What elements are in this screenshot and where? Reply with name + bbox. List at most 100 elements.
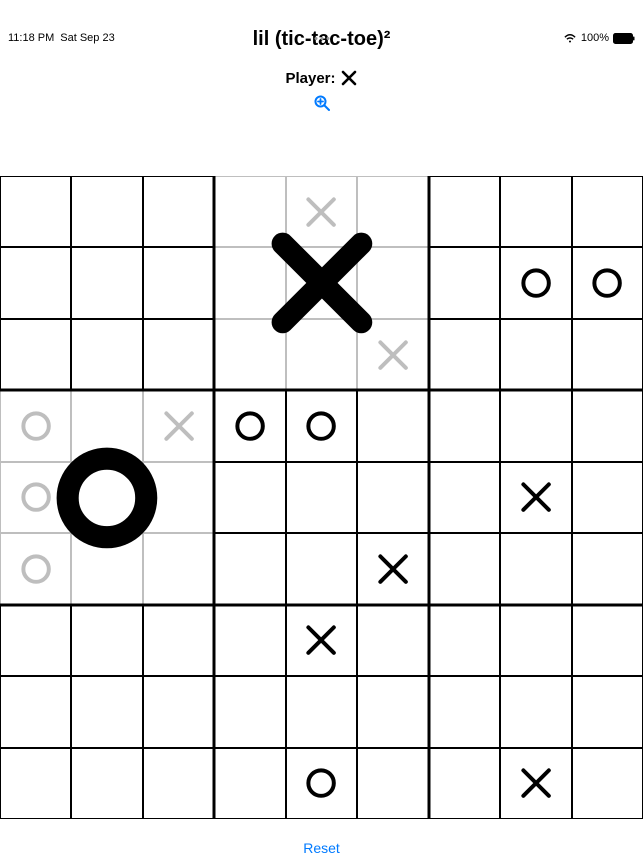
cell[interactable] xyxy=(71,176,142,247)
cell[interactable] xyxy=(286,533,357,604)
cell[interactable] xyxy=(71,319,142,390)
cell[interactable] xyxy=(429,247,500,318)
cell xyxy=(214,247,285,318)
cell[interactable] xyxy=(429,533,500,604)
cell[interactable] xyxy=(143,676,214,747)
game-board xyxy=(0,176,643,819)
cell[interactable] xyxy=(286,462,357,533)
super-cell xyxy=(429,390,643,604)
status-date: Sat Sep 23 xyxy=(60,32,114,44)
cell[interactable] xyxy=(500,533,571,604)
cell[interactable] xyxy=(214,533,285,604)
cell[interactable] xyxy=(572,390,643,461)
cell xyxy=(143,390,214,461)
cell xyxy=(357,176,428,247)
cell[interactable] xyxy=(500,462,571,533)
cell[interactable] xyxy=(357,748,428,819)
cell[interactable] xyxy=(0,176,71,247)
super-divider-vertical xyxy=(427,176,430,819)
zoom-in-button[interactable] xyxy=(312,93,332,116)
cell[interactable] xyxy=(143,748,214,819)
cell[interactable] xyxy=(429,748,500,819)
cell[interactable] xyxy=(214,748,285,819)
cell[interactable] xyxy=(572,748,643,819)
cell[interactable] xyxy=(286,748,357,819)
super-cell xyxy=(0,176,214,390)
cell[interactable] xyxy=(143,319,214,390)
cell[interactable] xyxy=(572,247,643,318)
cell xyxy=(357,247,428,318)
cell[interactable] xyxy=(500,390,571,461)
cell xyxy=(357,319,428,390)
cell[interactable] xyxy=(357,462,428,533)
cell[interactable] xyxy=(0,319,71,390)
cell xyxy=(0,390,71,461)
cell[interactable] xyxy=(572,462,643,533)
cell[interactable] xyxy=(71,676,142,747)
cell[interactable] xyxy=(572,176,643,247)
current-player-mark xyxy=(340,69,358,87)
super-cell xyxy=(429,176,643,390)
cell[interactable] xyxy=(429,176,500,247)
cell[interactable] xyxy=(143,247,214,318)
cell xyxy=(286,176,357,247)
super-divider-horizontal xyxy=(0,603,643,606)
cell[interactable] xyxy=(357,390,428,461)
cell[interactable] xyxy=(500,605,571,676)
cell[interactable] xyxy=(143,176,214,247)
super-cell xyxy=(429,605,643,819)
cell[interactable] xyxy=(500,748,571,819)
cell xyxy=(286,319,357,390)
zoom-in-icon xyxy=(314,95,330,111)
cell[interactable] xyxy=(357,533,428,604)
super-cell xyxy=(214,605,428,819)
cell[interactable] xyxy=(572,605,643,676)
cell[interactable] xyxy=(71,247,142,318)
cell xyxy=(286,247,357,318)
super-cell xyxy=(0,605,214,819)
cell[interactable] xyxy=(214,676,285,747)
status-bar: 11:18 PM Sat Sep 23 100% xyxy=(0,28,643,48)
cell[interactable] xyxy=(429,390,500,461)
cell[interactable] xyxy=(286,390,357,461)
cell[interactable] xyxy=(214,390,285,461)
cell[interactable] xyxy=(429,462,500,533)
super-cell xyxy=(214,176,428,390)
cell xyxy=(143,462,214,533)
cell[interactable] xyxy=(286,605,357,676)
cell xyxy=(143,533,214,604)
cell[interactable] xyxy=(0,247,71,318)
cell[interactable] xyxy=(500,676,571,747)
cell[interactable] xyxy=(357,605,428,676)
cell[interactable] xyxy=(71,748,142,819)
cell[interactable] xyxy=(500,319,571,390)
cell[interactable] xyxy=(214,462,285,533)
cell xyxy=(0,462,71,533)
super-divider-vertical xyxy=(213,176,216,819)
cell xyxy=(214,319,285,390)
cell[interactable] xyxy=(71,605,142,676)
cell[interactable] xyxy=(0,676,71,747)
cell xyxy=(71,533,142,604)
battery-icon xyxy=(613,33,635,44)
cell[interactable] xyxy=(429,319,500,390)
cell[interactable] xyxy=(214,605,285,676)
battery-percent: 100% xyxy=(581,32,609,44)
cell[interactable] xyxy=(286,676,357,747)
player-label: Player: xyxy=(285,70,335,87)
cell[interactable] xyxy=(500,176,571,247)
cell[interactable] xyxy=(572,319,643,390)
cell[interactable] xyxy=(572,676,643,747)
cell[interactable] xyxy=(357,676,428,747)
cell xyxy=(71,390,142,461)
current-player-row: Player: xyxy=(0,69,643,87)
cell[interactable] xyxy=(0,605,71,676)
cell[interactable] xyxy=(0,748,71,819)
cell[interactable] xyxy=(500,247,571,318)
reset-button[interactable]: Reset xyxy=(303,840,340,856)
cell[interactable] xyxy=(429,676,500,747)
cell[interactable] xyxy=(143,605,214,676)
cell xyxy=(71,462,142,533)
cell[interactable] xyxy=(572,533,643,604)
cell[interactable] xyxy=(429,605,500,676)
